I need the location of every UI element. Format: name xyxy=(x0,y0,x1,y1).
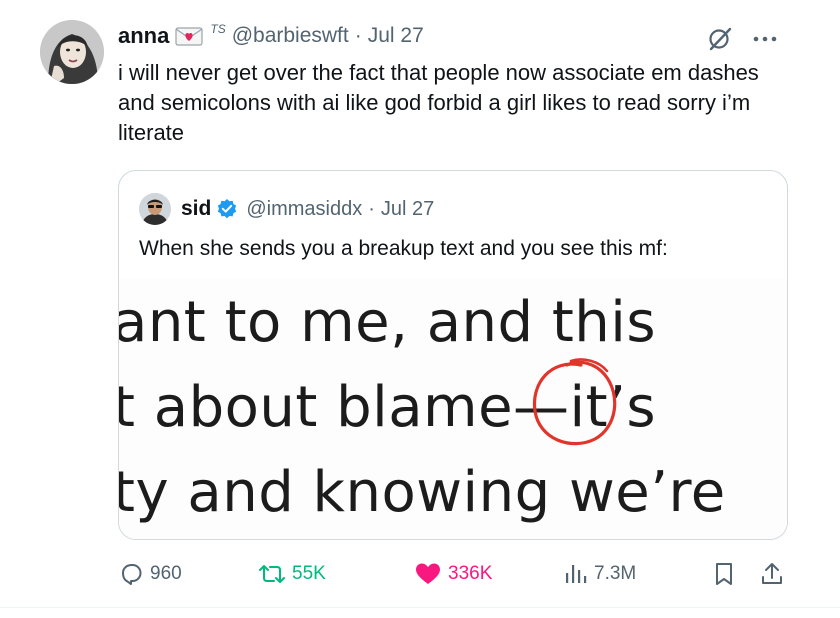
reply-count: 960 xyxy=(150,563,182,584)
view-count: 7.3M xyxy=(594,563,637,584)
tweet-divider xyxy=(0,607,840,608)
tweet-text: i will never get over the fact that peop… xyxy=(118,60,759,145)
like-button[interactable]: 336K xyxy=(414,556,492,592)
quoted-avatar-image xyxy=(139,193,171,225)
quoted-text: When she sends you a breakup text and yo… xyxy=(139,237,668,260)
like-count: 336K xyxy=(448,563,493,584)
quoted-tweet[interactable]: sid @immasiddx · Jul 27 When she sends y… xyxy=(118,170,788,540)
image-text-line-3: ty and knowing we’re xyxy=(119,460,726,525)
retweet-icon xyxy=(259,565,285,583)
views-button[interactable]: 7.3M xyxy=(564,556,636,592)
quoted-header: sid @immasiddx · Jul 27 xyxy=(181,195,434,223)
more-icon[interactable] xyxy=(748,22,782,56)
reply-icon xyxy=(122,564,142,585)
red-circle-annotation xyxy=(532,358,617,446)
author-name[interactable]: anna xyxy=(118,23,169,49)
reply-button[interactable]: 960 xyxy=(118,556,182,592)
quoted-author-handle[interactable]: @immasiddx xyxy=(246,198,362,221)
share-button[interactable] xyxy=(760,556,790,592)
avatar[interactable] xyxy=(40,20,104,84)
heart-icon xyxy=(416,563,440,584)
quoted-avatar[interactable] xyxy=(139,193,171,225)
bookmark-icon xyxy=(716,563,732,585)
quoted-author-name[interactable]: sid xyxy=(181,197,211,221)
quoted-separator-dot: · xyxy=(368,197,375,220)
bookmark-button[interactable] xyxy=(712,556,742,592)
retweet-button[interactable]: 55K xyxy=(258,556,326,592)
quoted-date[interactable]: Jul 27 xyxy=(381,198,434,221)
separator-dot: · xyxy=(354,24,362,47)
share-icon xyxy=(762,563,782,584)
love-letter-icon: TS xyxy=(175,22,226,48)
grok-icon[interactable] xyxy=(703,22,737,56)
tweet-header: anna TS @barbieswft · Jul 27 xyxy=(118,22,424,50)
tweet[interactable]: anna TS @barbieswft · Jul 27 i will neve… xyxy=(0,0,840,618)
verified-badge-icon xyxy=(216,198,238,220)
views-icon xyxy=(566,565,587,583)
tweet-date[interactable]: Jul 27 xyxy=(368,24,424,48)
retweet-count: 55K xyxy=(292,563,326,584)
author-handle[interactable]: @barbieswft xyxy=(232,24,349,48)
quoted-image[interactable]: ant to me, and this t about blame—it’s t… xyxy=(119,279,787,539)
name-suffix: TS xyxy=(210,22,226,36)
tweet-actions: 960 55K 336K 7.3M xyxy=(118,556,788,592)
avatar-image xyxy=(40,20,104,84)
image-text-line-1: ant to me, and this xyxy=(119,290,657,355)
